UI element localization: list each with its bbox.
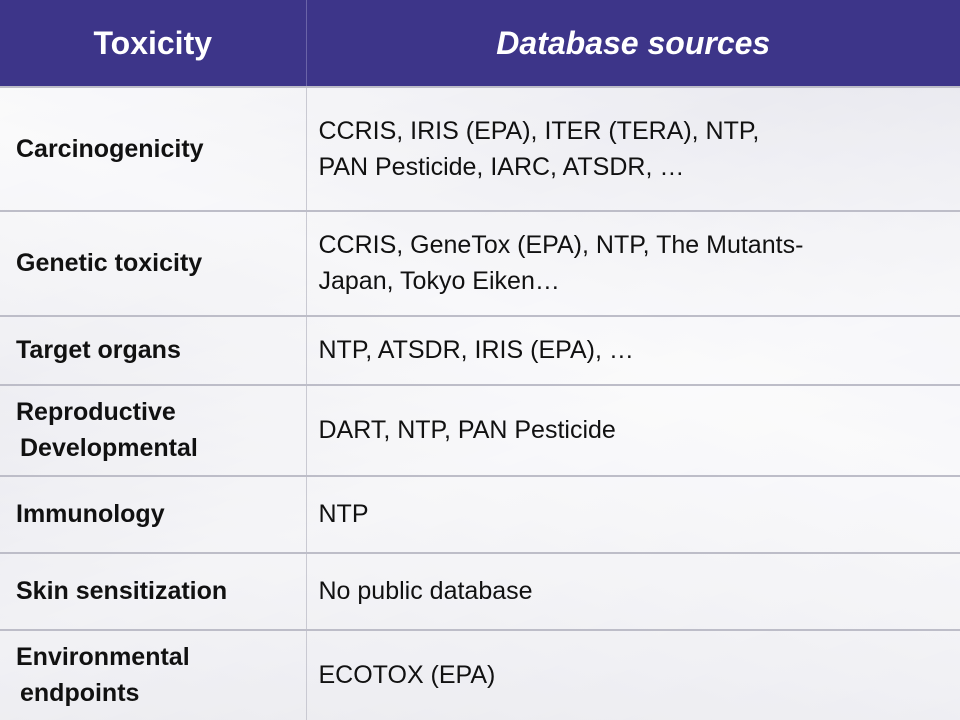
sources-cell: CCRIS, IRIS (EPA), ITER (TERA), NTP, PAN … (306, 86, 960, 211)
toxicity-label: Developmental (20, 434, 198, 463)
toxicity-label: endpoints (20, 679, 140, 708)
toxicity-cell: Reproductive Developmental (0, 383, 307, 476)
header-database-sources: Database sources (306, 0, 960, 87)
sources-line: ECOTOX (EPA) (318, 661, 496, 690)
table-row: Target organs NTP, ATSDR, IRIS (EPA), … (0, 314, 960, 385)
sources-line: CCRIS, IRIS (EPA), ITER (TERA), NTP, (318, 116, 760, 145)
toxicity-label: Reproductive (16, 398, 176, 427)
sources-cell: DART, NTP, PAN Pesticide (306, 383, 960, 476)
sources-line: DART, NTP, PAN Pesticide (318, 416, 616, 445)
table-row: Carcinogenicity CCRIS, IRIS (EPA), ITER … (0, 86, 960, 211)
slide: Toxicity Database sources Carcinogenicit… (0, 0, 960, 720)
toxicity-label: Target organs (16, 336, 181, 365)
toxicity-label: Carcinogenicity (16, 134, 204, 163)
table-row: Reproductive Developmental DART, NTP, PAN… (0, 383, 960, 476)
header-toxicity: Toxicity (0, 0, 307, 87)
table-row: Immunology NTP (0, 474, 960, 553)
toxicity-cell: Target organs (0, 314, 307, 385)
sources-line: Japan, Tokyo Eiken… (318, 267, 560, 296)
table-row: Environmental endpoints ECOTOX (EPA) (0, 628, 960, 720)
sources-line: No public database (318, 577, 533, 606)
toxicity-cell: Environmental endpoints (0, 628, 307, 720)
toxicity-cell: Skin sensitization (0, 551, 307, 630)
sources-cell: ECOTOX (EPA) (306, 628, 960, 720)
toxicity-cell: Immunology (0, 474, 307, 553)
toxicity-cell: Carcinogenicity (0, 86, 307, 211)
toxicity-label: Immunology (16, 500, 165, 529)
toxicity-label: Genetic toxicity (16, 249, 203, 278)
sources-cell: CCRIS, GeneTox (EPA), NTP, The Mutants- J… (306, 209, 960, 316)
sources-cell: NTP (306, 474, 960, 553)
toxicity-database-table: Toxicity Database sources Carcinogenicit… (0, 0, 960, 720)
sources-line: PAN Pesticide, IARC, ATSDR, … (318, 152, 685, 181)
sources-line: NTP, ATSDR, IRIS (EPA), … (318, 336, 634, 365)
toxicity-cell: Genetic toxicity (0, 209, 307, 316)
toxicity-label: Environmental (16, 643, 190, 672)
toxicity-label: Skin sensitization (16, 577, 228, 606)
sources-line: CCRIS, GeneTox (EPA), NTP, The Mutants- (318, 230, 804, 259)
table-row: Skin sensitization No public database (0, 551, 960, 630)
table-header-row: Toxicity Database sources (0, 0, 960, 87)
table-row: Genetic toxicity CCRIS, GeneTox (EPA), N… (0, 209, 960, 316)
sources-cell: No public database (306, 551, 960, 630)
sources-cell: NTP, ATSDR, IRIS (EPA), … (306, 314, 960, 385)
sources-line: NTP (318, 500, 369, 529)
